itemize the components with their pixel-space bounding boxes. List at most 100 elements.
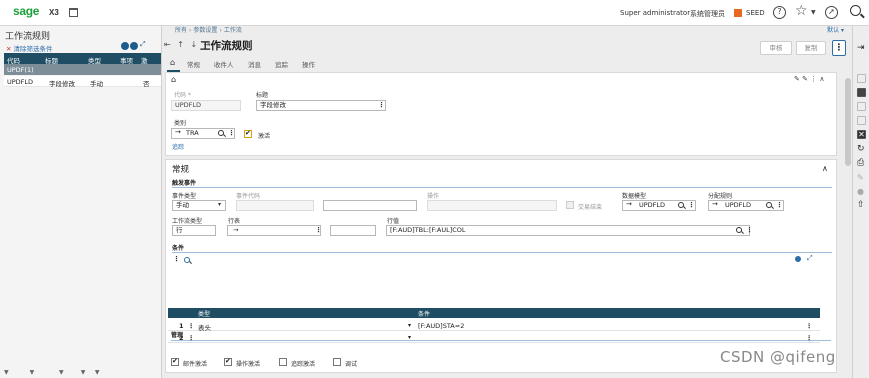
delete-icon[interactable]: ✕ <box>857 130 866 139</box>
cell-condition[interactable]: [F:AUD]STA=2 <box>418 322 464 330</box>
search-icon[interactable] <box>678 202 684 208</box>
upload-icon[interactable]: ⇧ <box>857 201 866 210</box>
role-label[interactable]: 系统管理员 <box>690 9 725 19</box>
refresh-icon[interactable]: ↻ <box>857 145 866 154</box>
exit-icon[interactable]: ⇥ <box>857 44 866 53</box>
table-extra-field[interactable] <box>330 225 376 236</box>
folder-name[interactable]: SEED <box>746 9 765 17</box>
search-icon[interactable] <box>736 227 742 233</box>
divider <box>172 187 832 188</box>
search-icon[interactable] <box>850 5 861 16</box>
expand-icon[interactable]: ⤢ <box>807 254 813 263</box>
wf-type-field[interactable]: 行 <box>172 225 216 236</box>
compass-icon[interactable]: ➚ <box>825 6 838 19</box>
chevron-down-icon[interactable]: ▾ <box>408 322 411 329</box>
search-icon[interactable] <box>218 130 224 136</box>
attach-icon[interactable]: ✎ <box>857 173 866 182</box>
tools-icon[interactable]: ✎ ✎ ⋮ ∧ <box>794 75 825 83</box>
user-name[interactable]: Super administrator <box>620 9 690 17</box>
tab-messages[interactable]: 消息 <box>248 59 261 69</box>
list-header: 代码 标题 类型 事项 激 <box>4 53 161 65</box>
more-actions-button[interactable]: ⋮ <box>832 40 846 56</box>
help-icon[interactable]: ? <box>773 6 786 19</box>
page-title: 工作流规则 <box>200 40 253 52</box>
assign-rule-label: 分配规则 <box>708 193 733 200</box>
row-action-icon[interactable]: ⋮ <box>806 322 813 330</box>
tab-trace[interactable]: 追踪 <box>275 59 288 69</box>
title-field[interactable]: 字段修改 <box>256 100 386 111</box>
data-model-menu[interactable]: ⋮ <box>688 201 695 209</box>
settings-icon[interactable] <box>795 256 801 262</box>
chevron-down-icon[interactable]: ▾ <box>218 201 221 208</box>
collapse-icon[interactable]: ∧ <box>822 164 828 173</box>
tab-actions[interactable]: 操作 <box>302 59 315 69</box>
table-menu-icon[interactable]: ⋮ <box>173 255 180 263</box>
row-menu-icon[interactable]: ⋮ <box>188 322 195 330</box>
active-checkbox[interactable] <box>244 129 252 138</box>
search-icon[interactable] <box>184 257 190 263</box>
search-icon[interactable] <box>766 202 772 208</box>
table-field-menu[interactable]: ⋮ <box>315 226 322 234</box>
clear-filters-link[interactable]: ✕ 清除筛选条件 <box>6 43 52 53</box>
action-active-checkbox[interactable] <box>224 357 232 366</box>
debug-checkbox[interactable] <box>333 358 341 366</box>
data-model-field[interactable]: UPDFLD <box>622 200 696 211</box>
category-field-menu[interactable]: ⋮ <box>228 129 235 137</box>
approve-button[interactable]: 审核 <box>760 41 792 55</box>
star-icon[interactable]: ☆ <box>795 3 808 19</box>
table-field[interactable]: → <box>227 225 321 236</box>
arrow-right-icon[interactable]: → <box>175 128 181 136</box>
main-content: 所有 › 参数设置 › 工作流 默认 ▾ ⇤ ↑ ↓ ⇥ 工作流规则 审核 复制 ⋮ ⌂… <box>162 26 852 378</box>
filter-row[interactable]: ▼ ▼ ▼ ▼ ▼ <box>4 369 161 378</box>
tab-general[interactable]: 常规 <box>187 59 200 69</box>
value-field[interactable]: [F:AUD]TBL:[F:AUL]COL <box>386 225 750 236</box>
trace-active-checkbox[interactable] <box>279 358 287 366</box>
col-type[interactable]: 类型 <box>198 309 210 318</box>
copy-button[interactable]: 复制 <box>796 41 826 55</box>
expand-icon[interactable]: ⤢ <box>140 40 146 49</box>
row-number: 1 <box>179 322 184 330</box>
home-tab-icon[interactable]: ⌂ <box>170 58 175 67</box>
table-row[interactable]: 2 ⋮ ▾ ⋮ <box>168 332 820 343</box>
arrow-right-icon[interactable]: → <box>712 200 718 208</box>
comment-icon[interactable]: ● <box>857 187 866 196</box>
sage-logo[interactable]: sage <box>13 4 39 18</box>
wf-type-label: 工作流类型 <box>172 218 203 225</box>
cell-type[interactable]: 表头 <box>198 322 211 332</box>
mail-active-checkbox[interactable] <box>171 357 179 366</box>
tab-recipients[interactable]: 收件人 <box>214 59 234 69</box>
default-menu[interactable]: 默认 ▾ <box>827 26 844 36</box>
cell-type: 手动 <box>90 80 103 88</box>
breadcrumb-all[interactable]: 所有 <box>175 27 187 34</box>
arrow-right-icon[interactable]: → <box>626 200 632 208</box>
debug-label: 调试 <box>345 361 358 368</box>
col-condition[interactable]: 条件 <box>418 309 430 318</box>
table-row[interactable]: 1 ⋮ 表头 ▾ [F:AUD]STA=2 ⋮ <box>168 320 820 332</box>
print-icon[interactable]: ⎙ <box>857 159 866 168</box>
prev-page-icon[interactable] <box>121 42 129 50</box>
list-item[interactable]: UPDFLD 字段修改 手动 否 <box>4 76 161 88</box>
mail-active-label: 邮件激活 <box>183 361 208 368</box>
divider <box>172 252 832 253</box>
list-title: 工作流规则 <box>5 32 51 42</box>
event-code-extra-field[interactable] <box>323 200 417 211</box>
value-field-menu[interactable]: ⋮ <box>746 226 753 234</box>
calendar-icon[interactable] <box>69 8 78 17</box>
cancel-icon[interactable] <box>857 116 866 125</box>
chevron-down-icon[interactable]: ▼ <box>811 9 816 16</box>
code-field[interactable]: UPDFLD <box>171 100 241 111</box>
new-icon[interactable] <box>857 74 866 83</box>
title-field-menu[interactable]: ⋮ <box>378 101 385 109</box>
next-page-icon[interactable] <box>130 42 138 50</box>
header-section: ⌂ ✎ ✎ ⋮ ∧ 代码 * UPDFLD 标题 字段修改 ⋮ 类别 TRA →… <box>165 72 837 156</box>
breadcrumb-workflow[interactable]: 工作流 <box>224 27 242 34</box>
trace-link[interactable]: 追踪 <box>172 142 184 151</box>
save-icon[interactable] <box>857 88 866 97</box>
tx-end-label: 交易结束 <box>578 204 603 211</box>
check-icon[interactable] <box>857 102 866 111</box>
assign-rule-menu[interactable]: ⋮ <box>776 201 783 209</box>
breadcrumb-settings[interactable]: 参数设置 <box>193 27 217 34</box>
group-row[interactable]: UPDF(1) <box>4 64 161 75</box>
active-label: 激活 <box>258 133 271 140</box>
scrollbar[interactable] <box>845 78 851 166</box>
